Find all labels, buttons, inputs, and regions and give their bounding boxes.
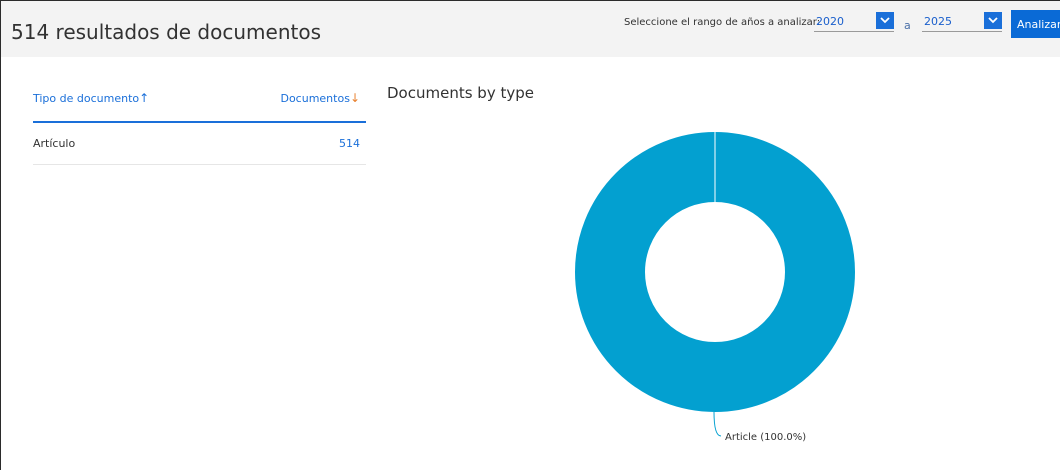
documents-by-type-chart: Article (100.0%) [575,132,855,443]
slice-data-label: Article (100.0%) [725,432,806,443]
label-leader-line [713,411,722,437]
